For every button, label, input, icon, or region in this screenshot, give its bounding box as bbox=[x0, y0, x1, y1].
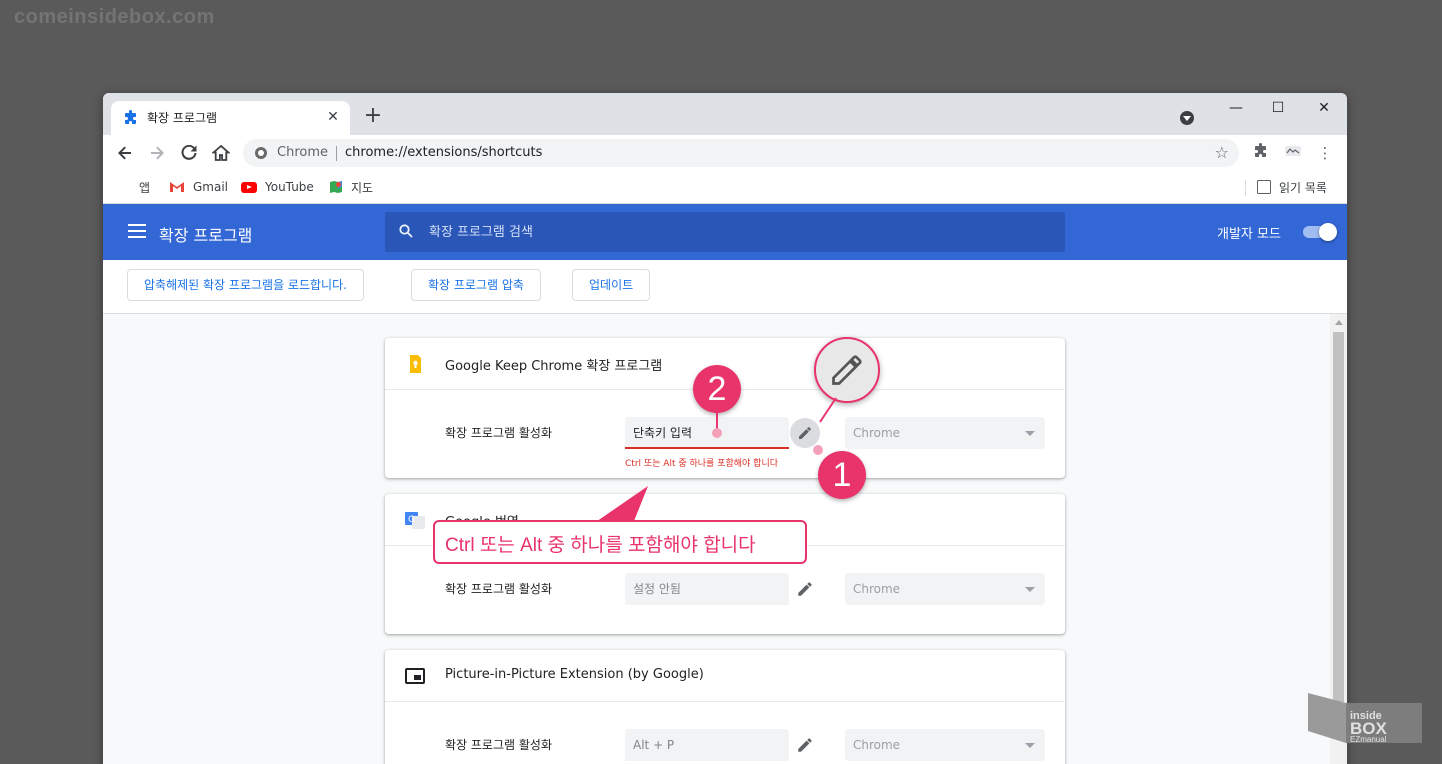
extension-card-translate: G Google 번역 확장 프로그램 활성화 설정 안됨 Chrome bbox=[385, 494, 1065, 634]
edit-pencil-icon[interactable] bbox=[796, 736, 814, 754]
omnibox-divider bbox=[336, 146, 337, 161]
menu-kebab-icon[interactable]: ⋮ bbox=[1315, 143, 1335, 163]
bookmark-maps[interactable]: 지도 bbox=[329, 178, 373, 196]
scope-select[interactable]: Chrome bbox=[845, 729, 1045, 761]
picture-in-picture-icon bbox=[405, 668, 425, 684]
google-keep-icon bbox=[410, 355, 421, 373]
bookmark-star-icon[interactable]: ☆ bbox=[1215, 143, 1229, 162]
bookmark-youtube[interactable]: YouTube bbox=[241, 178, 314, 196]
shortcut-input-active[interactable]: 단축키 입력 bbox=[625, 417, 789, 449]
badge-2-dot bbox=[712, 428, 722, 438]
profile-avatar-icon[interactable] bbox=[1283, 143, 1303, 163]
reading-list-icon bbox=[1257, 180, 1271, 194]
update-button[interactable]: 업데이트 bbox=[572, 269, 651, 301]
bookmarks-bar: 앱 Gmail YouTube 지도 읽기 목록 bbox=[103, 171, 1347, 204]
search-input[interactable] bbox=[429, 212, 1029, 252]
extensions-header: 확장 프로그램 개발자 모드 bbox=[103, 204, 1347, 260]
home-icon[interactable] bbox=[209, 141, 233, 165]
tab-close-icon[interactable]: ✕ bbox=[324, 108, 342, 126]
reload-icon[interactable] bbox=[177, 141, 201, 165]
row-label: 확장 프로그램 활성화 bbox=[445, 426, 552, 440]
site-label: Chrome bbox=[277, 145, 328, 160]
bookmark-label: Gmail bbox=[193, 180, 229, 194]
bookmark-gmail[interactable]: Gmail bbox=[169, 178, 228, 196]
maximize-button[interactable]: ☐ bbox=[1255, 97, 1301, 119]
puzzle-icon bbox=[125, 110, 136, 124]
shortcut-error-text: Ctrl 또는 Alt 중 하나를 포함해야 합니다 bbox=[625, 459, 779, 469]
watermark-text: comeinsidebox.com bbox=[14, 6, 215, 28]
forward-icon[interactable] bbox=[145, 141, 169, 165]
extensions-icon[interactable] bbox=[1251, 143, 1271, 163]
load-unpacked-button[interactable]: 압축해제된 확장 프로그램을 로드합니다. bbox=[127, 269, 364, 301]
row-label: 확장 프로그램 활성화 bbox=[445, 582, 552, 596]
browser-window: 확장 프로그램 ✕ + — ☐ ✕ Chrome chrome://extens… bbox=[103, 93, 1347, 764]
tab-strip: 확장 프로그램 ✕ + — ☐ ✕ bbox=[103, 93, 1347, 135]
close-window-button[interactable]: ✕ bbox=[1301, 97, 1347, 119]
maps-icon bbox=[330, 181, 342, 193]
tab-title: 확장 프로그램 bbox=[147, 111, 218, 125]
reading-list-label: 읽기 목록 bbox=[1279, 180, 1327, 195]
svg-text:EZmanual: EZmanual bbox=[1350, 735, 1387, 744]
search-icon bbox=[399, 224, 413, 238]
badge-1-dot bbox=[813, 445, 823, 455]
dev-mode-label: 개발자 모드 bbox=[1217, 227, 1281, 242]
shortcut-input[interactable]: Alt + P bbox=[625, 729, 789, 761]
tab-extensions[interactable]: 확장 프로그램 ✕ bbox=[111, 101, 350, 135]
card-title: Picture-in-Picture Extension (by Google) bbox=[445, 667, 704, 682]
youtube-icon bbox=[241, 181, 257, 193]
bookmark-label: 지도 bbox=[351, 180, 374, 195]
scope-select[interactable]: Chrome bbox=[845, 417, 1045, 449]
hamburger-menu-icon[interactable] bbox=[128, 224, 146, 238]
card-title: Google Keep Chrome 확장 프로그램 bbox=[445, 359, 663, 374]
gmail-icon bbox=[170, 182, 184, 192]
row-label: 확장 프로그램 활성화 bbox=[445, 738, 552, 752]
scroll-thumb[interactable] bbox=[1333, 332, 1344, 702]
pack-extension-button[interactable]: 확장 프로그램 압축 bbox=[411, 269, 541, 301]
new-tab-button[interactable]: + bbox=[361, 105, 385, 129]
bookmarks-divider bbox=[1245, 180, 1246, 196]
back-icon[interactable] bbox=[113, 141, 137, 165]
dev-action-bar: 압축해제된 확장 프로그램을 로드합니다. 확장 프로그램 압축 업데이트 bbox=[103, 260, 1347, 314]
bookmark-apps[interactable]: 앱 bbox=[117, 178, 150, 196]
scroll-up-arrow-icon[interactable] bbox=[1335, 320, 1343, 325]
scope-select[interactable]: Chrome bbox=[845, 573, 1045, 605]
step-badge-1: 1 bbox=[818, 451, 866, 499]
tab-search-icon[interactable] bbox=[1180, 111, 1194, 125]
extensions-search-box[interactable] bbox=[385, 212, 1065, 252]
google-translate-icon: G bbox=[405, 512, 425, 529]
url-text[interactable]: chrome://extensions/shortcuts bbox=[345, 145, 542, 160]
apps-grid-icon bbox=[117, 180, 131, 194]
reading-list-button[interactable]: 읽기 목록 bbox=[1257, 178, 1327, 196]
error-callout-text: Ctrl 또는 Alt 중 하나를 포함해야 합니다 bbox=[445, 535, 756, 556]
insidebox-logo: inside BOX EZmanual bbox=[1308, 693, 1422, 744]
bookmark-label: YouTube bbox=[265, 180, 314, 194]
minimize-button[interactable]: — bbox=[1213, 97, 1259, 119]
shortcut-row: 확장 프로그램 활성화 Alt + P Chrome bbox=[385, 702, 1065, 764]
chrome-site-icon bbox=[255, 147, 267, 159]
svg-text:G: G bbox=[408, 515, 415, 525]
callout-pointer-line bbox=[819, 397, 837, 423]
address-bar[interactable]: Chrome chrome://extensions/shortcuts ☆ bbox=[243, 139, 1239, 167]
edit-pencil-icon[interactable] bbox=[796, 580, 814, 598]
step-badge-2: 2 bbox=[693, 365, 741, 413]
card-header: Picture-in-Picture Extension (by Google) bbox=[385, 650, 1065, 702]
dev-mode-toggle[interactable] bbox=[1303, 223, 1337, 241]
zoom-pencil-callout bbox=[814, 337, 880, 403]
browser-toolbar: Chrome chrome://extensions/shortcuts ☆ ⋮ bbox=[103, 135, 1347, 171]
error-callout-tooltip: Ctrl 또는 Alt 중 하나를 포함해야 합니다 bbox=[433, 520, 807, 564]
shortcut-input[interactable]: 설정 안됨 bbox=[625, 573, 789, 605]
extension-card-pip: Picture-in-Picture Extension (by Google)… bbox=[385, 650, 1065, 764]
bookmark-label: 앱 bbox=[139, 180, 151, 195]
page-title: 확장 프로그램 bbox=[159, 226, 253, 245]
